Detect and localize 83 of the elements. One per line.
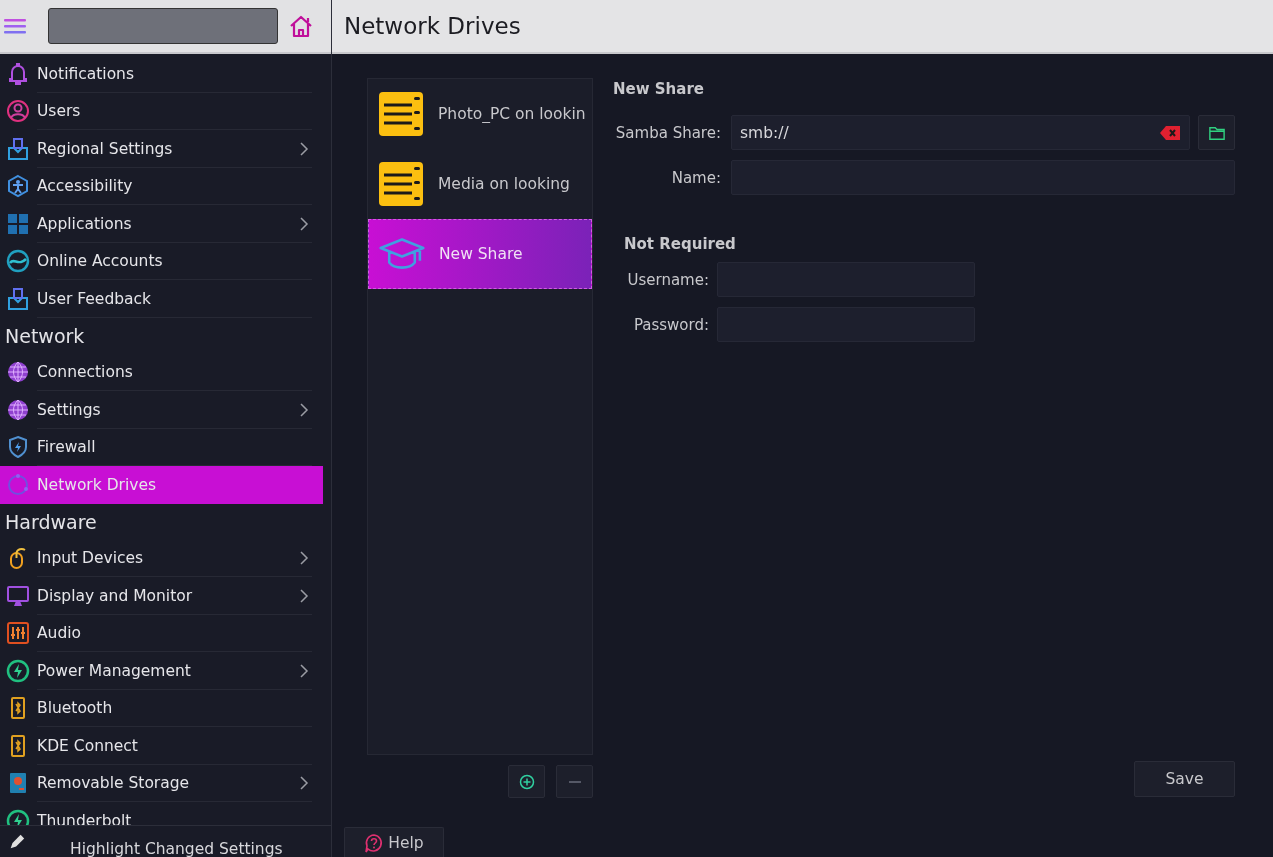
sidebar-item[interactable]: Accessibility <box>0 167 323 205</box>
grid-icon <box>6 211 30 236</box>
server-drive-icon <box>378 91 424 137</box>
sidebar-item-label: Removable Storage <box>37 774 191 793</box>
share-name: New Share <box>439 245 523 263</box>
ring-icon <box>6 472 30 497</box>
section-heading: Hardware <box>4 509 98 535</box>
sidebar-item-label: Accessibility <box>37 177 134 196</box>
field-label: Username: <box>626 270 709 289</box>
sidebar-item[interactable]: KDE Connect <box>0 727 323 765</box>
monitor-icon <box>6 583 30 608</box>
wave-icon <box>6 249 30 274</box>
sidebar-item[interactable]: Audio <box>0 614 323 652</box>
sliders-icon <box>6 621 30 646</box>
form-heading: Not Required <box>624 235 737 253</box>
home-icon[interactable] <box>288 13 314 39</box>
sidebar-item[interactable]: Network Drives <box>0 466 323 504</box>
sidebar-item-label: Bluetooth <box>37 699 114 718</box>
sidebar-item[interactable]: Settings <box>0 391 323 429</box>
sidebar-item[interactable]: Firewall <box>0 428 323 466</box>
sidebar-item[interactable]: Connections <box>0 353 323 391</box>
sidebar-item[interactable]: Users <box>0 92 323 130</box>
sidebar-item-label: Firewall <box>37 438 97 457</box>
share-name: Photo_PC on lookin <box>438 105 586 123</box>
sidebar-item-label: Audio <box>37 624 83 643</box>
person-icon <box>6 174 30 199</box>
search-field[interactable] <box>48 8 278 44</box>
tray-icon <box>6 136 30 161</box>
save-button[interactable]: Save <box>1134 761 1235 797</box>
field-label: Password: <box>632 315 709 334</box>
share-item[interactable]: Photo_PC on lookin <box>368 79 592 149</box>
sidebar-item[interactable]: Removable Storage <box>0 764 323 802</box>
sidebar-item-label: Settings <box>37 400 102 419</box>
sidebar-item-label: Display and Monitor <box>37 586 194 605</box>
sidebar-item-label: Power Management <box>37 661 192 680</box>
sidebar-item-label: Applications <box>37 214 133 233</box>
tray-icon <box>6 286 30 311</box>
sidebar-item[interactable]: User Feedback <box>0 280 323 318</box>
shield-icon <box>6 435 30 460</box>
help-icon <box>364 832 385 853</box>
sidebar-item-label: Online Accounts <box>37 252 164 271</box>
sidebar-item-label: Connections <box>37 363 134 382</box>
sidebar-item-label: Regional Settings <box>37 139 174 158</box>
sidebar-item-label: Users <box>37 102 82 121</box>
pencil-icon <box>8 832 26 851</box>
sidebar-item[interactable]: Online Accounts <box>0 242 323 280</box>
add-icon <box>518 773 535 790</box>
highlight-changed-settings-toggle[interactable]: Highlight Changed Settings <box>70 839 283 857</box>
sidebar-item[interactable]: Notifications <box>0 55 323 93</box>
browse-button[interactable] <box>1198 115 1235 150</box>
field-label: Samba Share: <box>614 123 721 142</box>
sidebar-item[interactable]: Input Devices <box>0 539 323 577</box>
sidebar-item-label: User Feedback <box>37 289 153 308</box>
sidebar-item-label: Network Drives <box>37 475 158 494</box>
sidebar-item-label: Notifications <box>37 64 135 83</box>
share-item[interactable]: Media on looking <box>368 149 592 219</box>
form-heading: New Share <box>613 80 705 98</box>
sidebar-item-label: KDE Connect <box>37 736 139 755</box>
sidebar-item[interactable]: Power Management <box>0 652 323 690</box>
server-drive-icon <box>378 161 424 207</box>
sidebar-item[interactable]: Regional Settings <box>0 130 323 168</box>
minus-icon <box>568 780 581 783</box>
sidebar-item[interactable]: Bluetooth <box>0 689 323 727</box>
bell-icon <box>6 61 30 86</box>
bolt-icon <box>6 658 30 683</box>
sidebar-item[interactable]: Display and Monitor <box>0 577 323 615</box>
field-label: Name: <box>670 168 721 187</box>
user-icon <box>6 99 30 124</box>
share-name: Media on looking <box>438 175 570 193</box>
globe-icon <box>6 397 30 422</box>
bolt-icon <box>6 808 30 825</box>
sidebar-item-label: Input Devices <box>37 549 145 568</box>
folder-icon <box>1208 124 1225 141</box>
clear-icon[interactable] <box>1159 124 1181 141</box>
section-heading: Network <box>4 323 86 349</box>
share-item[interactable]: New Share <box>368 219 592 289</box>
add-button[interactable] <box>508 765 545 798</box>
page-title: Network Drives <box>344 13 521 39</box>
help-button[interactable]: Help <box>344 827 444 857</box>
sidebar-item[interactable]: Applications <box>0 205 323 243</box>
globe-icon <box>6 360 30 385</box>
input-field[interactable]: smb:// <box>731 115 1190 150</box>
menu-icon[interactable] <box>4 18 26 34</box>
